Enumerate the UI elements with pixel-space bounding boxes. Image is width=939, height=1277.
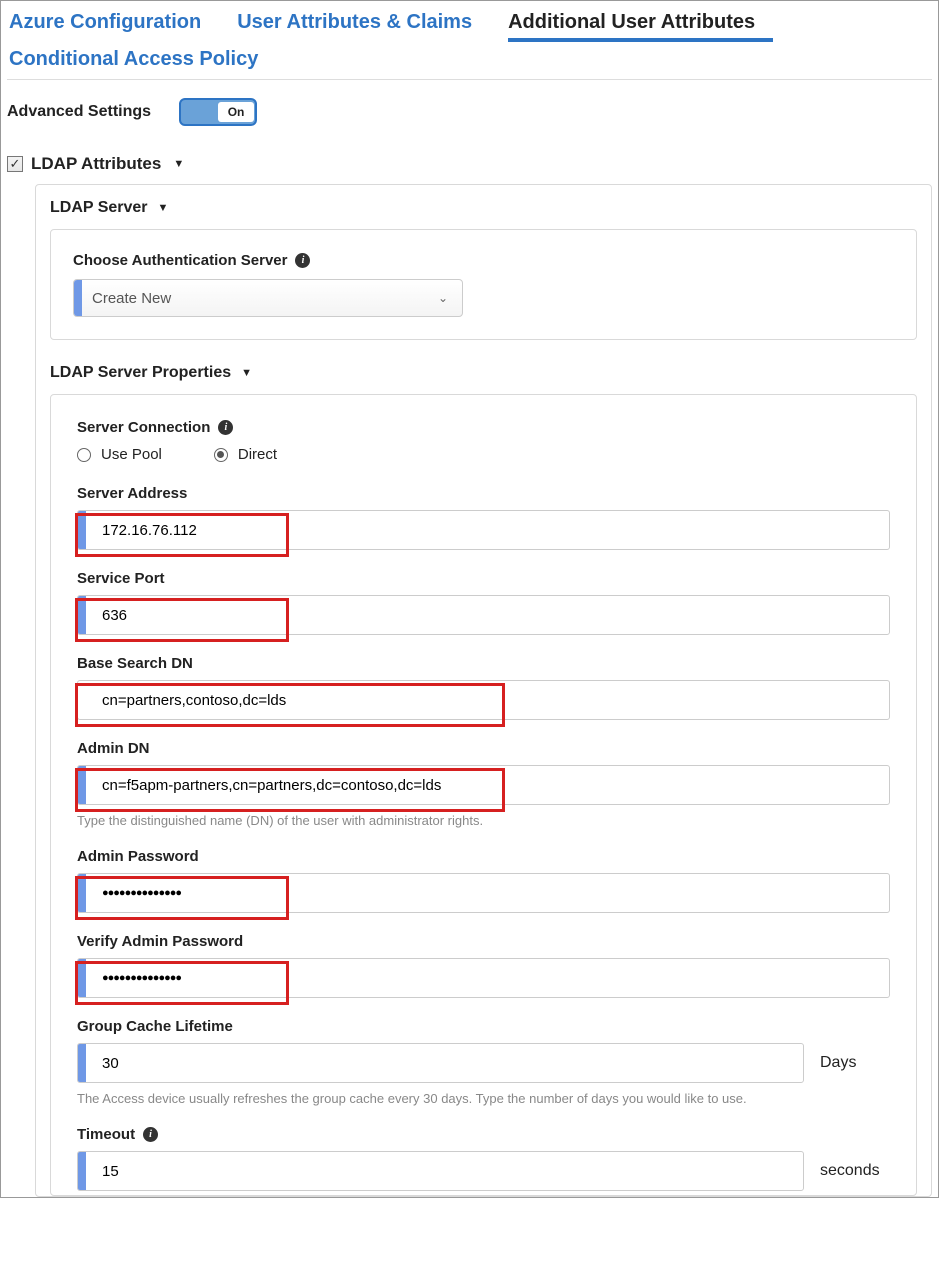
- ldap-attributes-panel: LDAP Server ▼ Choose Authentication Serv…: [35, 184, 932, 1197]
- base-search-dn-input-row: [77, 680, 890, 720]
- ldap-server-properties-header[interactable]: LDAP Server Properties ▼: [50, 364, 917, 382]
- admin-dn-input[interactable]: [96, 766, 889, 804]
- admin-password-input-row: [77, 873, 890, 913]
- admin-password-label: Admin Password: [77, 848, 890, 865]
- radio-use-pool-label: Use Pool: [101, 446, 162, 463]
- radio-direct[interactable]: Direct: [214, 446, 277, 463]
- tab-user-attributes-claims[interactable]: User Attributes & Claims: [237, 5, 490, 42]
- timeout-label: Timeout i: [77, 1126, 890, 1143]
- admin-dn-label: Admin DN: [77, 740, 890, 757]
- tab-conditional-access-policy[interactable]: Conditional Access Policy: [9, 42, 276, 79]
- radio-icon: [214, 448, 228, 462]
- timeout-input-row: [77, 1151, 804, 1191]
- chevron-down-icon: ▼: [158, 202, 169, 214]
- ldap-server-title: LDAP Server: [50, 199, 148, 217]
- server-connection-radio-group: Use Pool Direct: [77, 446, 890, 463]
- auth-server-select[interactable]: Create New ⌄: [73, 279, 463, 317]
- service-port-input-row: [77, 595, 890, 635]
- radio-direct-label: Direct: [238, 446, 277, 463]
- base-search-dn-field: Base Search DN: [77, 655, 890, 720]
- base-search-dn-label: Base Search DN: [77, 655, 890, 672]
- verify-admin-password-label: Verify Admin Password: [77, 933, 890, 950]
- server-connection-label-text: Server Connection: [77, 419, 210, 436]
- admin-password-input[interactable]: [96, 874, 889, 912]
- admin-password-field: Admin Password: [77, 848, 890, 913]
- timeout-input[interactable]: [96, 1152, 803, 1190]
- auth-server-value: Create New: [92, 290, 424, 307]
- timeout-field: Timeout i seconds: [77, 1126, 890, 1191]
- auth-server-label: Choose Authentication Server i: [73, 252, 894, 269]
- info-icon[interactable]: i: [218, 420, 233, 435]
- group-cache-lifetime-suffix: Days: [820, 1054, 890, 1072]
- info-icon[interactable]: i: [143, 1127, 158, 1142]
- ldap-attributes-checkbox[interactable]: ✓: [7, 156, 23, 172]
- ldap-server-header[interactable]: LDAP Server ▼: [50, 199, 917, 217]
- advanced-settings-row: Advanced Settings On: [7, 98, 932, 126]
- tabs-bar: Azure Configuration User Attributes & Cl…: [7, 5, 932, 80]
- admin-dn-help: Type the distinguished name (DN) of the …: [77, 813, 890, 828]
- group-cache-lifetime-input[interactable]: [96, 1044, 803, 1082]
- chevron-down-icon: ▼: [241, 367, 252, 379]
- accent-bar: [78, 766, 86, 804]
- server-address-field: Server Address: [77, 485, 890, 550]
- ldap-server-properties-panel: Server Connection i Use Pool Direct Serv…: [50, 394, 917, 1196]
- timeout-label-text: Timeout: [77, 1126, 135, 1143]
- server-connection-label: Server Connection i: [77, 419, 890, 436]
- verify-admin-password-input[interactable]: [96, 959, 889, 997]
- toggle-knob: On: [218, 102, 254, 122]
- advanced-settings-toggle[interactable]: On: [179, 98, 257, 126]
- ldap-attributes-title: LDAP Attributes: [31, 154, 161, 174]
- accent-bar: [78, 1152, 86, 1190]
- ldap-attributes-header[interactable]: ✓ LDAP Attributes ▼: [7, 154, 932, 174]
- admin-dn-input-row: [77, 765, 890, 805]
- tab-azure-configuration[interactable]: Azure Configuration: [9, 5, 219, 42]
- accent-bar: [78, 1044, 86, 1082]
- accent-bar: [78, 596, 86, 634]
- info-icon[interactable]: i: [295, 253, 310, 268]
- server-address-input[interactable]: [96, 511, 889, 549]
- chevron-down-icon: ▼: [173, 158, 184, 170]
- accent-bar: [78, 959, 86, 997]
- radio-use-pool[interactable]: Use Pool: [77, 446, 162, 463]
- group-cache-lifetime-input-row: [77, 1043, 804, 1083]
- ldap-server-properties-title: LDAP Server Properties: [50, 364, 231, 382]
- group-cache-lifetime-field: Group Cache Lifetime Days The Access dev…: [77, 1018, 890, 1106]
- service-port-label: Service Port: [77, 570, 890, 587]
- verify-admin-password-field: Verify Admin Password: [77, 933, 890, 998]
- base-search-dn-input[interactable]: [96, 681, 889, 719]
- accent-bar: [74, 280, 82, 316]
- service-port-input[interactable]: [96, 596, 889, 634]
- admin-dn-field: Admin DN Type the distinguished name (DN…: [77, 740, 890, 828]
- group-cache-lifetime-help: The Access device usually refreshes the …: [77, 1091, 890, 1106]
- server-address-input-row: [77, 510, 890, 550]
- timeout-suffix: seconds: [820, 1162, 890, 1180]
- radio-icon: [77, 448, 91, 462]
- auth-server-label-text: Choose Authentication Server: [73, 252, 287, 269]
- ldap-server-panel: Choose Authentication Server i Create Ne…: [50, 229, 917, 340]
- chevron-down-icon: ⌄: [424, 291, 462, 305]
- accent-bar: [78, 511, 86, 549]
- tab-additional-user-attributes[interactable]: Additional User Attributes: [508, 5, 773, 42]
- service-port-field: Service Port: [77, 570, 890, 635]
- group-cache-lifetime-label: Group Cache Lifetime: [77, 1018, 890, 1035]
- verify-admin-password-input-row: [77, 958, 890, 998]
- server-address-label: Server Address: [77, 485, 890, 502]
- advanced-settings-label: Advanced Settings: [7, 103, 151, 121]
- accent-bar: [78, 874, 86, 912]
